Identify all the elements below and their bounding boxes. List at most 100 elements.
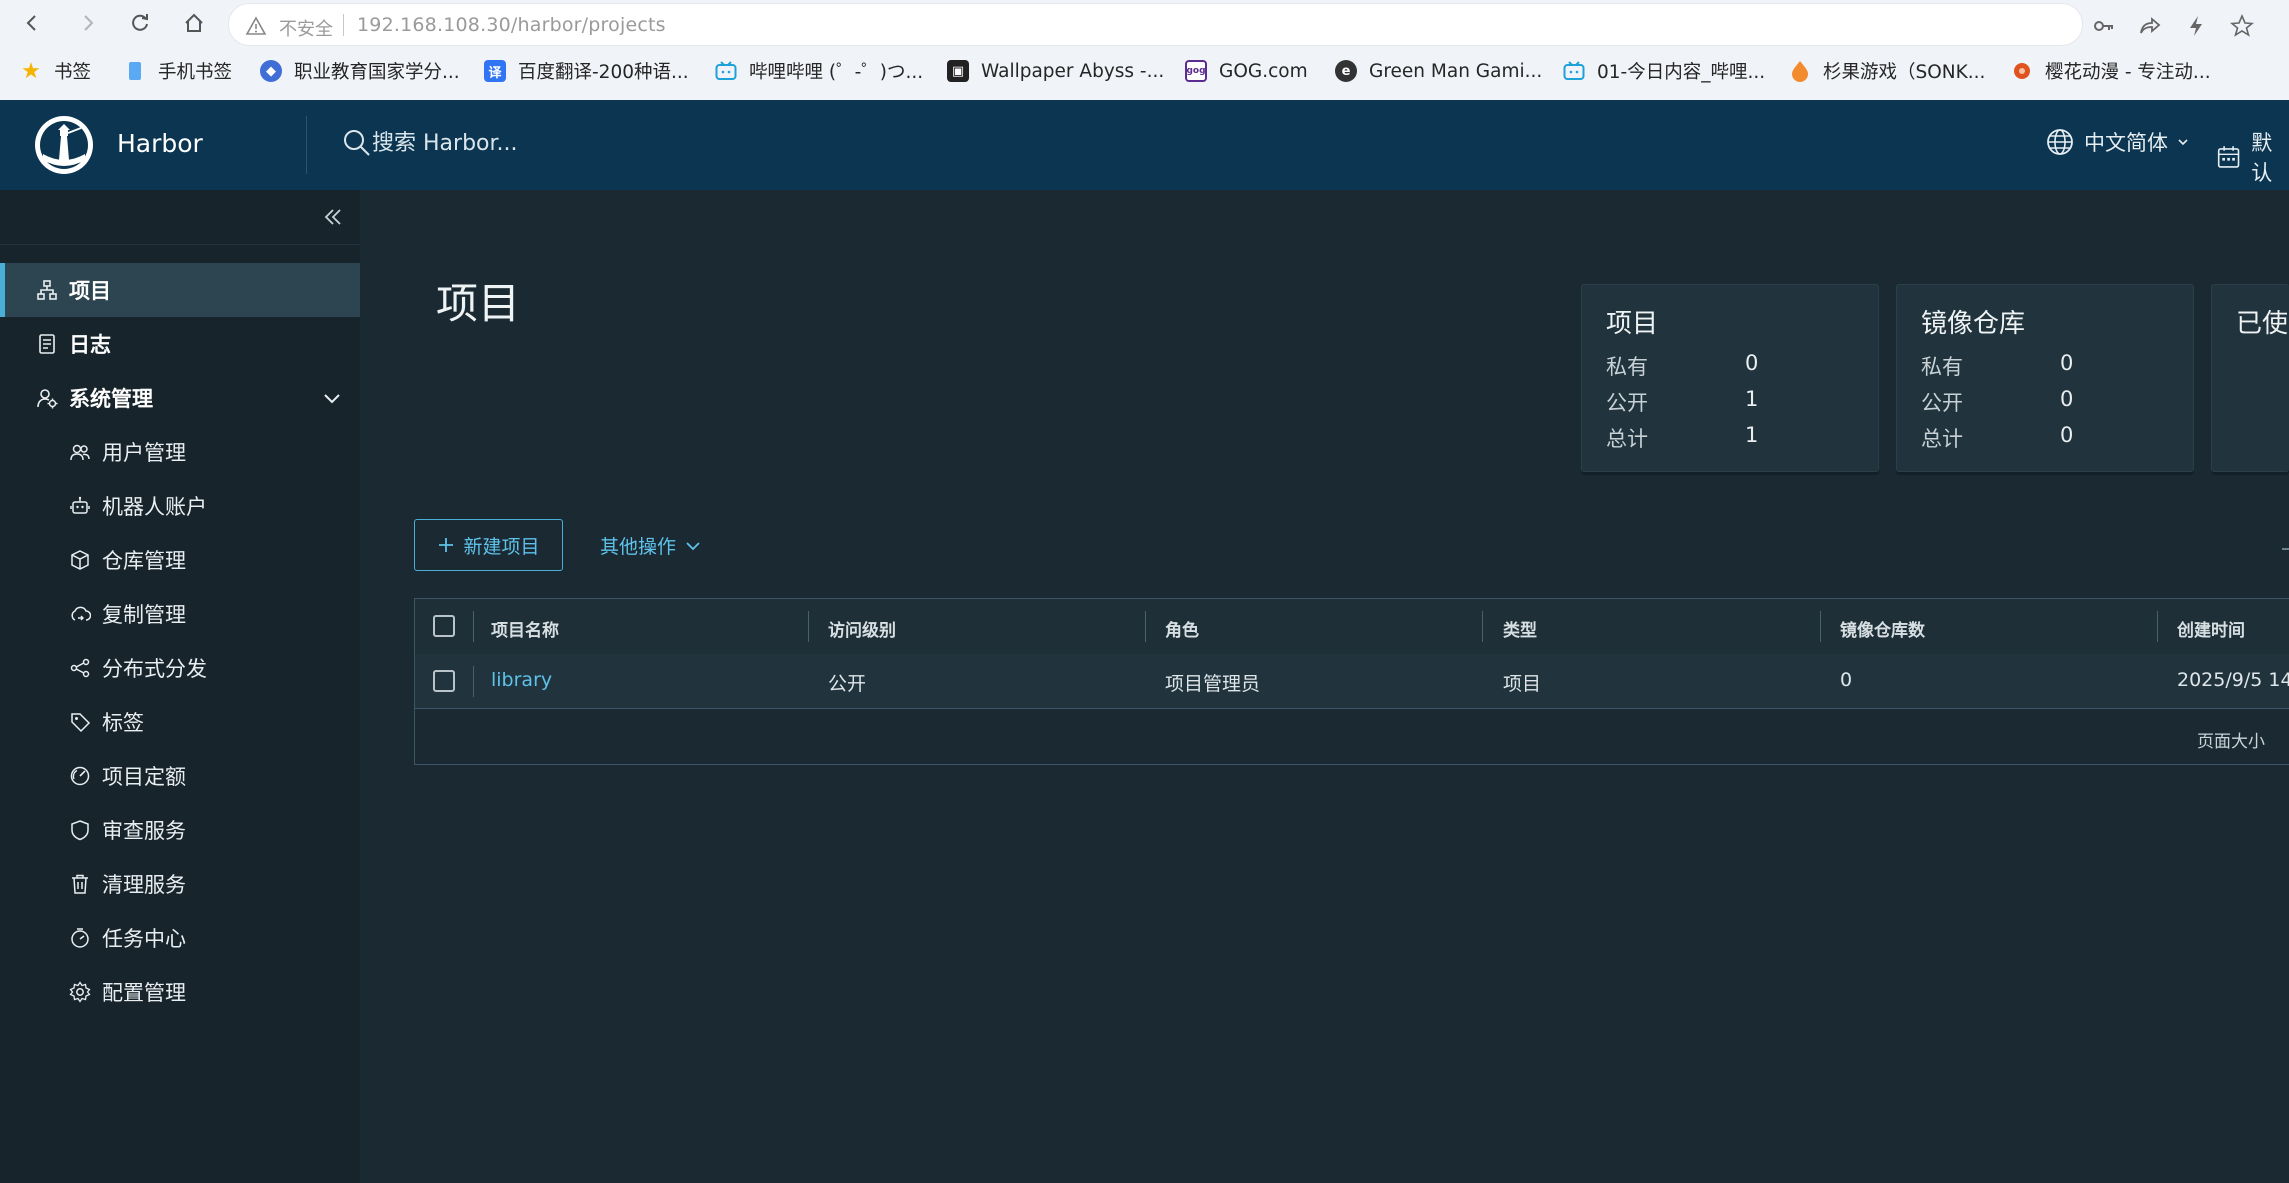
- sidebar-item-label: 分布式分发: [102, 657, 207, 681]
- column-header-type[interactable]: 类型: [1503, 616, 1537, 641]
- bookmark-item[interactable]: 哔哩哔哩 (゜-゜)つ...: [715, 58, 923, 84]
- address-bar[interactable]: 不安全 192.168.108.30/harbor/projects: [228, 3, 2254, 46]
- stat-value: 0: [2060, 351, 2074, 375]
- bookmark-item[interactable]: 译百度翻译-200种语...: [484, 58, 689, 84]
- phone-icon: [124, 60, 146, 82]
- column-header-created[interactable]: 创建时间: [2177, 616, 2245, 641]
- logs-icon: [35, 332, 59, 356]
- column-divider[interactable]: [1482, 611, 1483, 642]
- stat-value: 1: [1745, 387, 1759, 411]
- share-button[interactable]: [2137, 13, 2163, 39]
- sidebar-item-label: 复制管理: [102, 603, 186, 627]
- sidebar-item-replications[interactable]: 复制管理: [0, 587, 360, 641]
- sidebar-item-distribution[interactable]: 分布式分发: [0, 641, 360, 695]
- gmg-icon: e: [1335, 60, 1357, 82]
- translate-icon: 译: [484, 60, 506, 82]
- column-header-role[interactable]: 角色: [1165, 616, 1199, 641]
- project-name-link[interactable]: library: [491, 669, 552, 691]
- select-all-checkbox[interactable]: [433, 615, 455, 637]
- table-footer: 页面大小: [415, 709, 2289, 764]
- stat-label: 私有: [1921, 355, 1963, 379]
- stat-label: 公开: [1606, 391, 1648, 415]
- back-arrow-icon: [26, 15, 36, 31]
- back-button[interactable]: [15, 6, 49, 40]
- sidebar-item-projects[interactable]: 项目: [0, 263, 360, 317]
- language-selector[interactable]: 中文简体: [2046, 127, 2190, 157]
- harbor-logo[interactable]: [33, 114, 95, 176]
- bookmark-item[interactable]: 杉果游戏（SONK...: [1789, 58, 1985, 84]
- sidebar-item-label: 用户管理: [102, 441, 186, 465]
- sidebar-item-label: 任务中心: [102, 927, 186, 951]
- role-cell: 项目管理员: [1165, 673, 1261, 695]
- sidebar-item-admin[interactable]: 系统管理: [0, 371, 360, 425]
- bookmark-item[interactable]: 樱花动漫 - 专注动...: [2011, 58, 2211, 84]
- sidebar-item-configuration[interactable]: 配置管理: [0, 965, 360, 1019]
- column-divider[interactable]: [808, 611, 809, 642]
- sidebar-item-label: 审查服务: [102, 819, 186, 843]
- stat-card-title: 镜像仓库: [1921, 309, 2026, 339]
- sidebar-item-label: 项目: [69, 279, 111, 303]
- collapse-sidebar-icon[interactable]: [320, 204, 346, 230]
- column-divider[interactable]: [1145, 611, 1146, 642]
- search-input[interactable]: [372, 124, 892, 162]
- brand-name[interactable]: Harbor: [117, 129, 203, 158]
- sidebar-item-interrogation[interactable]: 审查服务: [0, 803, 360, 857]
- forward-button[interactable]: [71, 6, 105, 40]
- page-size-label: 页面大小: [2197, 732, 2265, 752]
- plus-icon: [439, 538, 454, 552]
- gog-icon: gog: [1185, 60, 1207, 82]
- sidebar-item-logs[interactable]: 日志: [0, 317, 360, 371]
- row-checkbox[interactable]: [433, 670, 455, 692]
- bookmark-star-button[interactable]: [2229, 13, 2255, 39]
- bilibili-icon: [715, 60, 737, 82]
- grid-refresh-edge: [2282, 548, 2289, 550]
- repo-count-cell: 0: [1840, 669, 1853, 691]
- column-header-name[interactable]: 项目名称: [491, 616, 559, 641]
- stat-value: 1: [1745, 423, 1759, 447]
- sidebar-item-robot-accounts[interactable]: 机器人账户: [0, 479, 360, 533]
- sidebar-item-users[interactable]: 用户管理: [0, 425, 360, 479]
- browser-chrome: 不安全 192.168.108.30/harbor/projects ★ 书签 手…: [0, 0, 2289, 100]
- shield-icon: [68, 818, 92, 842]
- bookmark-item[interactable]: 手机书签: [124, 58, 232, 84]
- column-header-access[interactable]: 访问级别: [828, 616, 896, 641]
- star-outline-icon: [2230, 14, 2254, 37]
- new-project-button[interactable]: 新建项目: [414, 519, 563, 571]
- header-divider: [306, 116, 307, 174]
- sidebar-item-labels[interactable]: 标签: [0, 695, 360, 749]
- sidebar-item-label: 机器人账户: [102, 495, 207, 519]
- bookmark-item[interactable]: 01-今日内容_哔哩...: [1563, 58, 1765, 84]
- new-project-label: 新建项目: [463, 535, 540, 558]
- column-header-repo-count[interactable]: 镜像仓库数: [1840, 616, 1925, 641]
- column-divider[interactable]: [1820, 611, 1821, 642]
- more-actions-dropdown[interactable]: 其他操作: [600, 532, 702, 559]
- bookmark-item[interactable]: e Green Man Gami...: [1335, 58, 1542, 84]
- sidebar-item-label: 日志: [69, 333, 111, 357]
- date-format-selector[interactable]: 默认: [2216, 127, 2289, 187]
- bookmark-item[interactable]: gog GOG.com: [1185, 58, 1308, 84]
- table-row[interactable]: library 公开 项目管理员 项目 0 2025/9/5 14: [415, 654, 2289, 709]
- sidebar-item-clean-up[interactable]: 清理服务: [0, 857, 360, 911]
- bookmark-item[interactable]: ▣ Wallpaper Abyss -...: [947, 58, 1164, 84]
- warning-icon: [245, 16, 267, 35]
- sidebar-item-quotas[interactable]: 项目定额: [0, 749, 360, 803]
- home-icon: [185, 13, 203, 32]
- sidebar-item-registries[interactable]: 仓库管理: [0, 533, 360, 587]
- security-warning-label: 不安全: [279, 19, 333, 40]
- password-key-button[interactable]: [2091, 13, 2117, 39]
- boost-button[interactable]: [2183, 13, 2209, 39]
- column-divider[interactable]: [2157, 611, 2158, 642]
- stat-card-projects: 项目 私有 0 公开 1 总计 1: [1581, 284, 1879, 472]
- bookmark-item[interactable]: ★ 书签: [20, 58, 91, 84]
- star-icon: ★: [21, 58, 41, 84]
- page-title: 项目: [436, 279, 521, 328]
- sidebar-item-label: 项目定额: [102, 765, 186, 789]
- registry-icon: [68, 548, 92, 572]
- date-format-label: 默认: [2251, 131, 2273, 185]
- home-button[interactable]: [177, 6, 211, 40]
- reload-button[interactable]: [123, 6, 157, 40]
- sidebar-item-job-service[interactable]: 任务中心: [0, 911, 360, 965]
- bookmark-item[interactable]: ◆ 职业教育国家学分...: [260, 58, 460, 84]
- url-text[interactable]: 192.168.108.30/harbor/projects: [357, 14, 666, 36]
- stat-card-storage: 已使: [2211, 284, 2289, 472]
